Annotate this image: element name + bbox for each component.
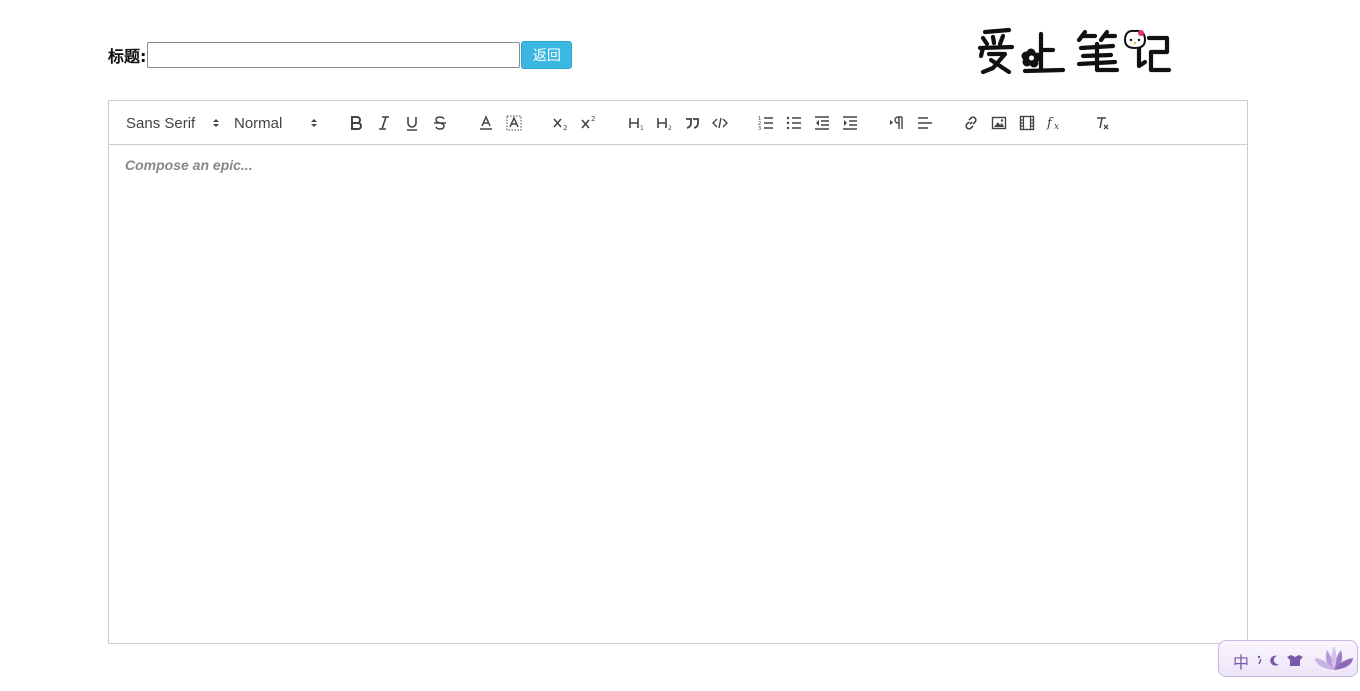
align-icon <box>918 117 932 129</box>
picker-arrows-icon <box>311 119 317 127</box>
svg-text:f: f <box>1046 116 1054 131</box>
code-block-icon <box>712 117 728 129</box>
text-direction-button[interactable] <box>887 111 907 135</box>
ime-toolbar[interactable]: 中 <box>1218 640 1358 677</box>
font-picker[interactable]: Sans Serif <box>126 111 220 135</box>
clean-format-button[interactable] <box>1092 111 1112 135</box>
header1-icon: 1 <box>629 118 644 131</box>
image-icon <box>991 116 1007 130</box>
header2-icon: 2 <box>657 118 672 131</box>
background-color-button[interactable] <box>504 111 524 135</box>
ime-mode-label[interactable]: 中 <box>1233 649 1249 673</box>
superscript-button[interactable]: 2 <box>579 111 599 135</box>
svg-text:2: 2 <box>591 115 595 123</box>
indent-button[interactable] <box>840 111 860 135</box>
ordered-list-button[interactable]: 123 <box>756 111 776 135</box>
background-color-icon <box>506 115 522 131</box>
svg-text:3: 3 <box>758 126 761 131</box>
svg-text:2: 2 <box>668 125 672 131</box>
video-button[interactable] <box>1017 111 1037 135</box>
formula-icon: fx <box>1046 116 1059 131</box>
strike-icon <box>434 116 446 130</box>
formula-button[interactable]: fx <box>1045 111 1065 135</box>
size-picker[interactable]: Normal <box>234 111 318 135</box>
font-picker-label: Sans Serif <box>126 114 196 132</box>
title-input[interactable] <box>147 42 521 68</box>
underline-icon <box>407 117 417 131</box>
font-color-button[interactable] <box>476 111 496 135</box>
blockquote-button[interactable] <box>682 111 702 135</box>
editor-placeholder[interactable]: Compose an epic... <box>125 157 253 173</box>
blockquote-icon <box>686 118 699 129</box>
bullet-list-button[interactable] <box>784 111 804 135</box>
title-label: 标题: <box>108 47 147 66</box>
italic-button[interactable] <box>374 111 394 135</box>
rtl-direction-icon <box>890 116 903 129</box>
svg-text:1: 1 <box>640 125 644 131</box>
header1-button[interactable]: 1 <box>626 111 646 135</box>
strike-button[interactable] <box>430 111 450 135</box>
image-button[interactable] <box>989 111 1009 135</box>
font-color-icon <box>480 115 492 130</box>
align-button[interactable] <box>915 111 935 135</box>
indent-icon <box>843 116 857 130</box>
title-row: 标题: 返回 <box>108 41 573 69</box>
rich-text-editor: Sans Serif Normal 2 2 1 2 1 2 3 f x Comp… <box>108 100 1248 644</box>
bold-button[interactable] <box>346 111 366 135</box>
outdent-button[interactable] <box>812 111 832 135</box>
subscript-icon: 2 <box>553 118 567 131</box>
italic-icon <box>379 116 389 130</box>
size-picker-label: Normal <box>234 114 283 132</box>
code-block-button[interactable] <box>710 111 730 135</box>
bullet-list-icon <box>786 116 801 130</box>
picker-arrows-icon <box>213 119 219 127</box>
ime-tools-icon[interactable] <box>1255 652 1315 668</box>
link-icon <box>965 116 977 130</box>
underline-button[interactable] <box>402 111 422 135</box>
back-button[interactable]: 返回 <box>521 41 573 69</box>
logo <box>975 26 1175 78</box>
svg-text:2: 2 <box>563 124 567 131</box>
link-button[interactable] <box>961 111 981 135</box>
bold-icon <box>351 116 362 130</box>
svg-text:x: x <box>1054 122 1059 131</box>
outdent-icon <box>815 116 829 130</box>
subscript-button[interactable]: 2 <box>551 111 571 135</box>
editor-toolbar: Sans Serif Normal 2 2 1 2 1 2 3 f x <box>109 101 1247 145</box>
ime-lotus-icon <box>1315 646 1353 670</box>
video-icon <box>1019 115 1035 131</box>
header2-button[interactable]: 2 <box>654 111 674 135</box>
clean-format-icon <box>1097 117 1109 130</box>
superscript-icon: 2 <box>581 115 595 129</box>
ordered-list-icon: 123 <box>758 116 773 131</box>
